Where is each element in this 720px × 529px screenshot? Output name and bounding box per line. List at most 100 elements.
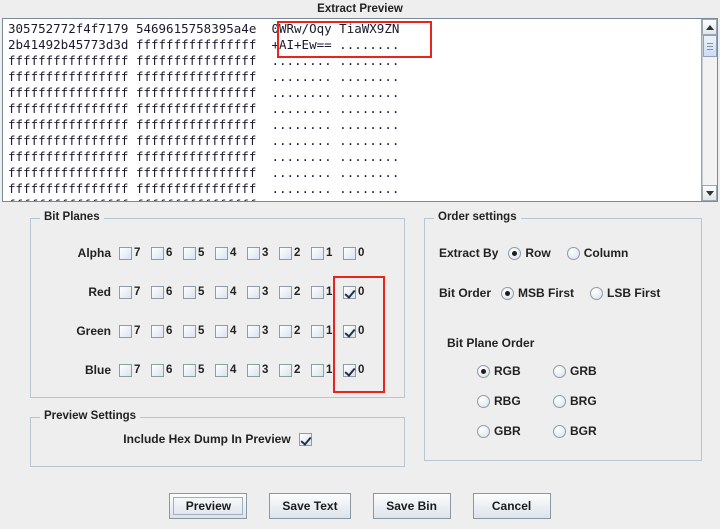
bit-cell: 0 [343, 325, 375, 338]
checkbox-blue-bit-6[interactable] [151, 364, 164, 377]
radio-lsb-first[interactable]: LSB First [590, 286, 660, 300]
scrollbar-track[interactable] [702, 35, 717, 185]
checkbox-red-bit-5[interactable] [183, 286, 196, 299]
radio-rgb-icon[interactable] [477, 365, 490, 378]
radio-extract-by-column[interactable]: Column [567, 246, 629, 260]
radio-rbg-icon[interactable] [477, 395, 490, 408]
radio-row-icon[interactable] [508, 247, 521, 260]
radio-bgr-label: BGR [570, 424, 597, 438]
checkbox-alpha-bit-7[interactable] [119, 247, 132, 260]
radio-bit-plane-order-grb[interactable]: GRB [553, 364, 597, 378]
hex-group-2: ffffffffffffffff [136, 197, 256, 201]
radio-extract-by-row[interactable]: Row [508, 246, 550, 260]
checkbox-blue-bit-5[interactable] [183, 364, 196, 377]
hex-dump-line: ffffffffffffffff ffffffffffffffff ......… [8, 197, 701, 201]
bit-cell: 2 [279, 286, 311, 299]
radio-grb-icon[interactable] [553, 365, 566, 378]
bit-cell: 3 [247, 325, 279, 338]
checkbox-red-bit-3[interactable] [247, 286, 260, 299]
checkbox-alpha-bit-1[interactable] [311, 247, 324, 260]
radio-column-icon[interactable] [567, 247, 580, 260]
button-label: Save Text [282, 499, 337, 513]
radio-row-label: Row [525, 246, 550, 260]
radio-gbr-icon[interactable] [477, 425, 490, 438]
ascii-group: +AI+Ew== ........ [271, 37, 399, 52]
hex-dump-line: ffffffffffffffff ffffffffffffffff ......… [8, 149, 701, 165]
checkbox-alpha-bit-2[interactable] [279, 247, 292, 260]
radio-bgr-icon[interactable] [553, 425, 566, 438]
checkbox-red-bit-6[interactable] [151, 286, 164, 299]
checkbox-blue-bit-4[interactable] [215, 364, 228, 377]
hex-group-1: 305752772f4f7179 [8, 21, 128, 36]
checkbox-red-bit-0[interactable] [343, 286, 356, 299]
bit-order-label: Bit Order [439, 286, 491, 300]
bit-plane-channel-label: Red [31, 285, 119, 299]
bit-plane-row-blue: Blue76543210 [31, 358, 404, 382]
hex-group-1: ffffffffffffffff [8, 69, 128, 84]
ascii-group: ........ ........ [271, 101, 399, 116]
checkbox-green-bit-3[interactable] [247, 325, 260, 338]
checkbox-green-bit-1[interactable] [311, 325, 324, 338]
scroll-down-button[interactable] [702, 185, 717, 201]
checkbox-alpha-bit-5[interactable] [183, 247, 196, 260]
page-title: Extract Preview [317, 3, 403, 15]
bit-cell: 3 [247, 286, 279, 299]
checkbox-alpha-bit-3[interactable] [247, 247, 260, 260]
save-bin-button[interactable]: Save Bin [373, 493, 451, 519]
checkbox-green-bit-7[interactable] [119, 325, 132, 338]
radio-bit-plane-order-bgr[interactable]: BGR [553, 424, 597, 438]
bit-cell: 6 [151, 325, 183, 338]
hex-group-1: ffffffffffffffff [8, 53, 128, 68]
checkbox-red-bit-2[interactable] [279, 286, 292, 299]
preview-vertical-scrollbar[interactable] [701, 19, 717, 201]
checkbox-blue-bit-3[interactable] [247, 364, 260, 377]
checkbox-green-bit-0[interactable] [343, 325, 356, 338]
hex-dump-line: 2b41492b45773d3d ffffffffffffffff +AI+Ew… [8, 37, 701, 53]
scroll-up-button[interactable] [702, 19, 717, 35]
radio-brg-icon[interactable] [553, 395, 566, 408]
checkbox-green-bit-4[interactable] [215, 325, 228, 338]
checkbox-blue-bit-0[interactable] [343, 364, 356, 377]
checkbox-alpha-bit-6[interactable] [151, 247, 164, 260]
hex-group-1: ffffffffffffffff [8, 165, 128, 180]
dialog-button-bar: Preview Save Text Save Bin Cancel [0, 493, 720, 519]
hex-dump-textarea[interactable]: 305752772f4f7179 5469615758395a4e 0WRw/O… [3, 19, 701, 201]
cancel-button[interactable]: Cancel [473, 493, 551, 519]
window-titlebar: Extract Preview [0, 0, 720, 17]
bit-cell: 4 [215, 286, 247, 299]
order-settings-legend: Order settings [434, 211, 521, 223]
bit-number-label: 6 [166, 286, 172, 299]
checkbox-alpha-bit-0[interactable] [343, 247, 356, 260]
bit-number-label: 2 [294, 364, 300, 377]
checkbox-blue-bit-7[interactable] [119, 364, 132, 377]
bit-cell: 4 [215, 325, 247, 338]
include-hex-dump-checkbox[interactable] [299, 433, 312, 446]
hex-dump-line: ffffffffffffffff ffffffffffffffff ......… [8, 117, 701, 133]
checkbox-red-bit-7[interactable] [119, 286, 132, 299]
save-text-button[interactable]: Save Text [269, 493, 350, 519]
radio-bit-plane-order-rbg[interactable]: RBG [477, 394, 521, 408]
ascii-group: ........ ........ [271, 197, 399, 201]
preview-button[interactable]: Preview [169, 493, 247, 519]
checkbox-blue-bit-2[interactable] [279, 364, 292, 377]
checkbox-blue-bit-1[interactable] [311, 364, 324, 377]
scrollbar-thumb[interactable] [703, 35, 717, 57]
bit-cell: 0 [343, 247, 375, 260]
radio-bit-plane-order-brg[interactable]: BRG [553, 394, 597, 408]
bit-number-label: 1 [326, 325, 332, 338]
checkbox-alpha-bit-4[interactable] [215, 247, 228, 260]
hex-dump-line: ffffffffffffffff ffffffffffffffff ......… [8, 53, 701, 69]
checkbox-red-bit-1[interactable] [311, 286, 324, 299]
radio-msb-first-icon[interactable] [501, 287, 514, 300]
radio-bit-plane-order-gbr[interactable]: GBR [477, 424, 521, 438]
checkbox-green-bit-6[interactable] [151, 325, 164, 338]
checkbox-red-bit-4[interactable] [215, 286, 228, 299]
radio-bit-plane-order-rgb[interactable]: RGB [477, 364, 521, 378]
radio-lsb-first-icon[interactable] [590, 287, 603, 300]
checkbox-green-bit-2[interactable] [279, 325, 292, 338]
radio-msb-first[interactable]: MSB First [501, 286, 574, 300]
bit-number-label: 7 [134, 325, 140, 338]
hex-group-2: ffffffffffffffff [136, 69, 256, 84]
hex-group-2: ffffffffffffffff [136, 101, 256, 116]
checkbox-green-bit-5[interactable] [183, 325, 196, 338]
